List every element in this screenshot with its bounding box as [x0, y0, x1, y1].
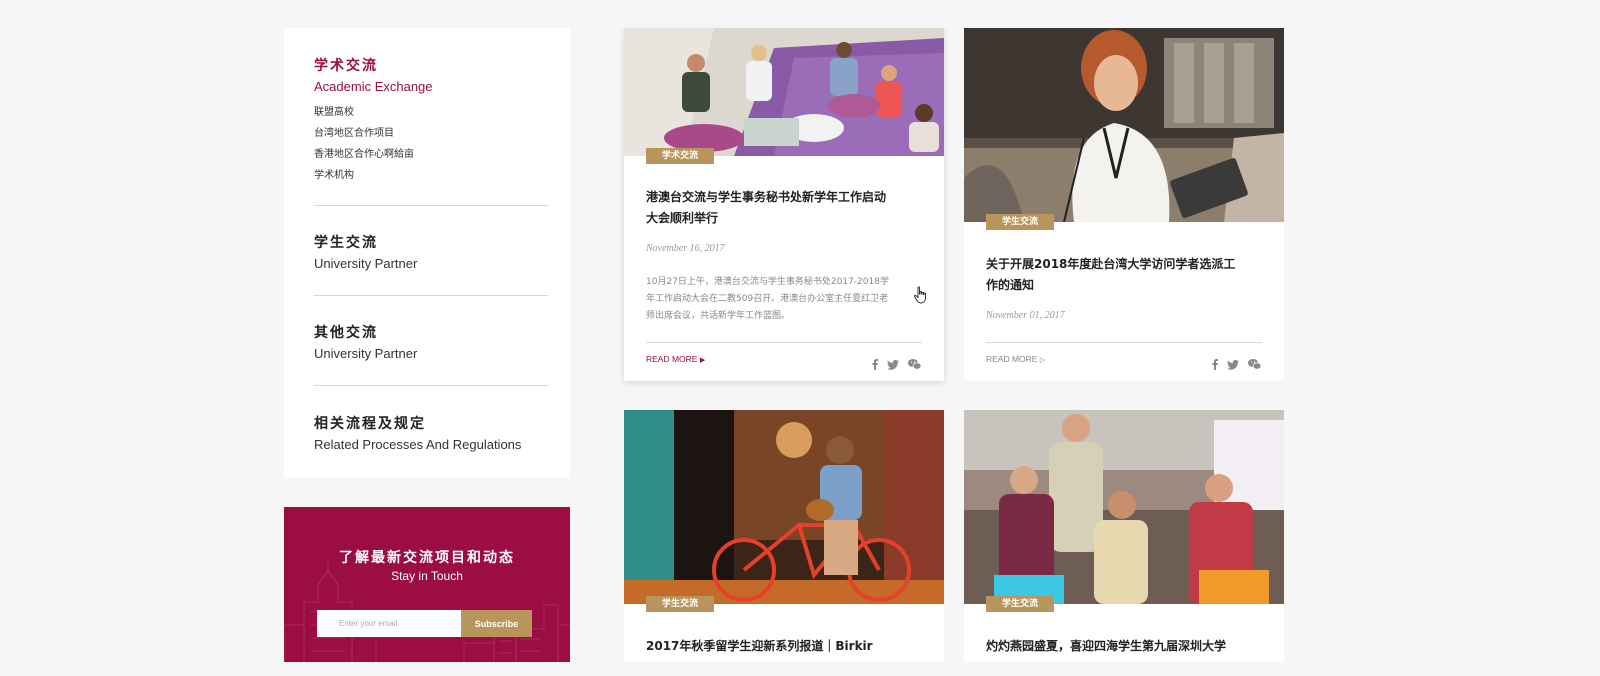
category-tag[interactable]: 学生交流 — [646, 596, 715, 612]
subscribe-button[interactable]: Subscribe — [461, 610, 532, 637]
news-card: 学生交流 关于开展2018年度赴台湾大学访问学者选派工作的通知 November… — [964, 28, 1284, 381]
sidebar-section-other[interactable]: 其他交流 University Partner — [314, 322, 548, 361]
section-title-en: Academic Exchange — [314, 79, 433, 94]
twitter-icon[interactable] — [887, 355, 899, 374]
sub-nav-item[interactable]: 联盟高校 — [314, 102, 548, 123]
section-title-en: Related Processes And Regulations — [314, 437, 522, 452]
section-title-cn: 其他交流 — [314, 325, 378, 341]
card-title[interactable]: 关于开展2018年度赴台湾大学访问学者选派工作的通知 — [986, 254, 1236, 296]
section-title-cn: 相关流程及规定 — [314, 416, 426, 432]
subscribe-panel: 了解最新交流项目和动态 Stay in Touch Subscribe — [284, 507, 570, 662]
sub-nav-item[interactable]: 学术机构 — [314, 165, 548, 186]
card-title[interactable]: 2017年秋季留学生迎新系列报道｜Birkir — [646, 636, 926, 657]
category-tag[interactable]: 学生交流 — [986, 214, 1055, 230]
divider — [314, 295, 548, 296]
email-input[interactable] — [317, 610, 461, 637]
card-image[interactable] — [624, 28, 944, 156]
wechat-icon[interactable] — [1248, 355, 1262, 374]
subscribe-title-cn: 了解最新交流项目和动态 — [339, 550, 515, 566]
divider — [314, 385, 548, 386]
card-excerpt: 10月27日上午，港澳台交流与学生事务秘书处2017-2018学年工作启动大会在… — [646, 277, 889, 321]
hand-cursor-icon — [913, 286, 929, 308]
card-date: November 01, 2017 — [986, 310, 1065, 321]
card-title[interactable]: 港澳台交流与学生事务秘书处新学年工作启动大会顺利举行 — [646, 187, 896, 229]
sub-nav-list: 联盟高校 台湾地区合作项目 香港地区合作心啊給亩 学术机构 — [314, 102, 548, 186]
read-more-link[interactable]: READ MORE ▶ — [646, 354, 705, 364]
sub-nav-item[interactable]: 台湾地区合作项目 — [314, 123, 548, 144]
wechat-icon[interactable] — [908, 355, 922, 374]
facebook-icon[interactable] — [1212, 355, 1218, 374]
skyline-illustration — [284, 559, 570, 662]
play-arrow-icon: ▶ — [699, 357, 706, 364]
news-card: 学生交流 2017年秋季留学生迎新系列报道｜Birkir — [624, 410, 944, 662]
card-date: November 16, 2017 — [646, 243, 725, 254]
news-card: 学术交流 港澳台交流与学生事务秘书处新学年工作启动大会顺利举行 November… — [624, 28, 944, 381]
card-image[interactable] — [964, 28, 1284, 222]
share-icons — [1212, 355, 1262, 374]
sidebar-nav: 学术交流 Academic Exchange 联盟高校 台湾地区合作项目 香港地… — [284, 28, 570, 478]
sidebar-section-rules[interactable]: 相关流程及规定 Related Processes And Regulation… — [314, 413, 548, 452]
subscribe-title-en: Stay in Touch — [391, 569, 463, 583]
divider — [986, 342, 1262, 343]
section-title-cn: 学术交流 — [314, 58, 378, 74]
read-more-link[interactable]: READ MORE ▷ — [986, 354, 1045, 364]
sidebar-section-student[interactable]: 学生交流 University Partner — [314, 232, 548, 271]
card-image[interactable] — [964, 410, 1284, 604]
card-image[interactable] — [624, 410, 944, 604]
card-title[interactable]: 灼灼燕园盛夏，喜迎四海学生第九届深圳大学 — [986, 636, 1266, 657]
section-title-en: University Partner — [314, 256, 418, 271]
twitter-icon[interactable] — [1227, 355, 1239, 374]
facebook-icon[interactable] — [872, 355, 878, 374]
sidebar-section-academic[interactable]: 学术交流 Academic Exchange 联盟高校 台湾地区合作项目 香港地… — [314, 55, 548, 186]
read-more-label: READ MORE — [646, 354, 698, 364]
sub-nav-item[interactable]: 香港地区合作心啊給亩 — [314, 144, 548, 165]
divider — [646, 342, 922, 343]
category-tag[interactable]: 学生交流 — [986, 596, 1055, 612]
category-tag[interactable]: 学术交流 — [646, 148, 715, 164]
section-title-cn: 学生交流 — [314, 235, 378, 251]
read-more-label: READ MORE — [986, 354, 1038, 364]
divider — [314, 205, 548, 206]
section-title-en: University Partner — [314, 346, 418, 361]
play-arrow-outline-icon: ▷ — [1039, 357, 1046, 364]
share-icons — [872, 355, 922, 374]
news-card: 学生交流 灼灼燕园盛夏，喜迎四海学生第九届深圳大学 — [964, 410, 1284, 662]
